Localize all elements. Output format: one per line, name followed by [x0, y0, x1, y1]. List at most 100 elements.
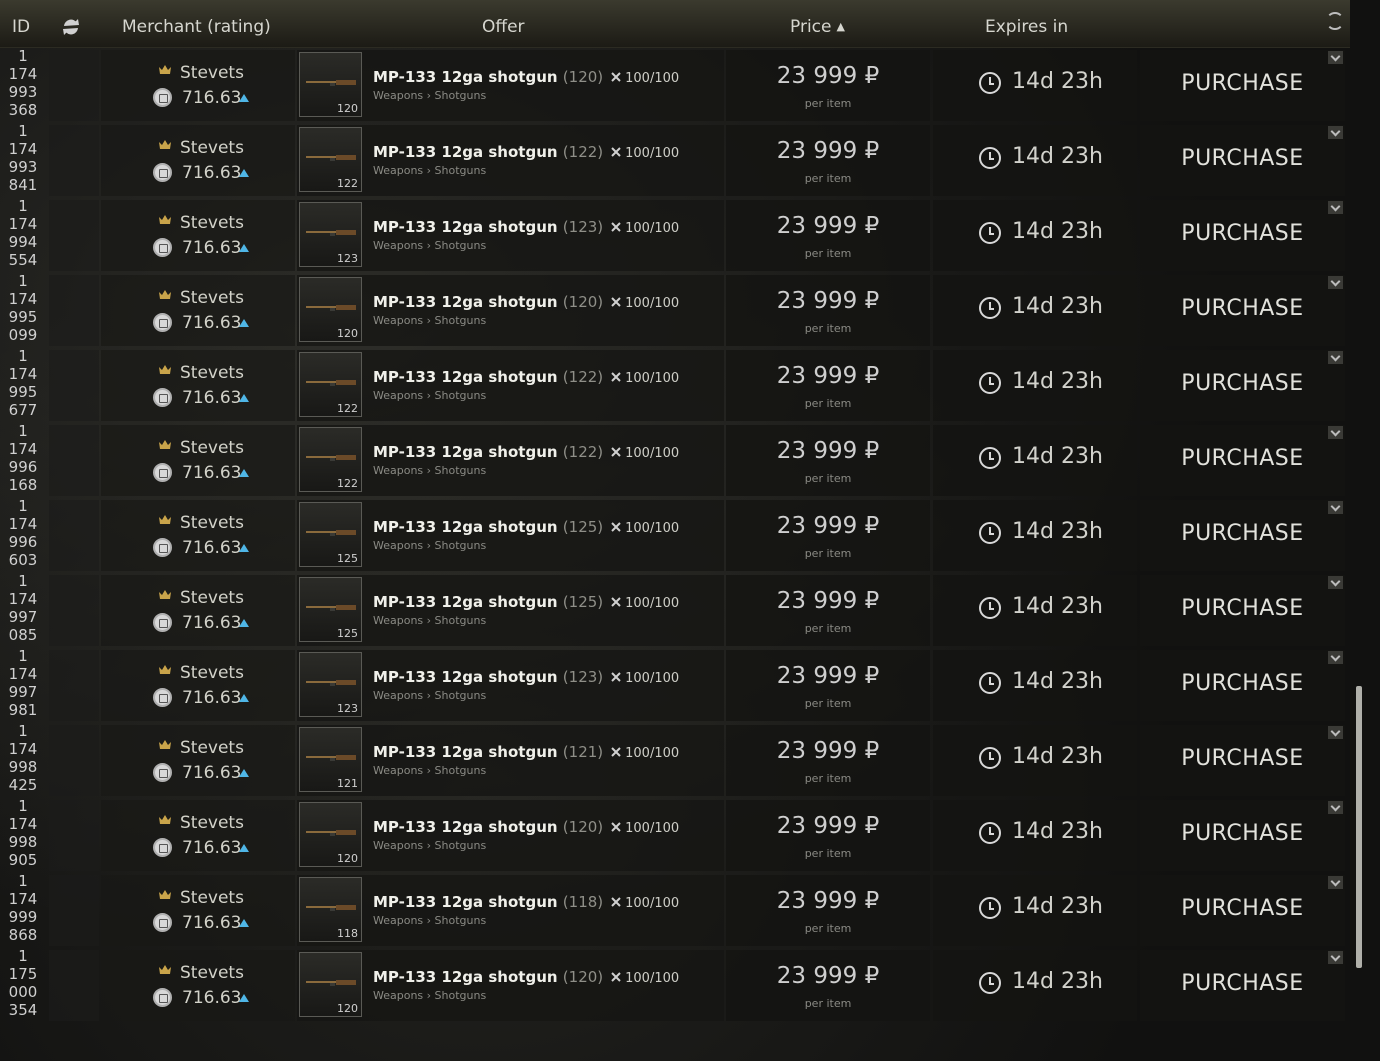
purchase-button[interactable]: PURCHASE	[1140, 500, 1345, 571]
offer-cell[interactable]: 120 MP-133 12ga shotgun (120) 100/100 Wea…	[297, 50, 724, 121]
chevron-down-icon[interactable]	[1328, 351, 1343, 364]
offer-category: Weapons › Shotguns	[373, 314, 487, 327]
offer-title: MP-133 12ga shotgun	[373, 743, 558, 761]
merchant-cell[interactable]: Stevets 716.63	[101, 800, 295, 871]
offer-id-part: 1	[18, 47, 28, 65]
offer-id: 1 174 998 425	[0, 722, 46, 794]
thumbnail-durability: 120	[337, 102, 358, 115]
price-cell: 23 999 ₽ per item	[726, 50, 930, 121]
merchant-cell[interactable]: Stevets 716.63	[101, 200, 295, 271]
expires-value: 14d 23h	[1012, 294, 1103, 319]
price-unit: per item	[804, 97, 852, 110]
thumbnail-durability: 120	[337, 327, 358, 340]
purchase-button[interactable]: PURCHASE	[1140, 350, 1345, 421]
chevron-down-icon[interactable]	[1328, 201, 1343, 214]
merchant-cell[interactable]: Stevets 716.63	[101, 650, 295, 721]
chevron-down-icon[interactable]	[1328, 51, 1343, 64]
merchant-cell[interactable]: Stevets 716.63	[101, 50, 295, 121]
offer-id-part: 174	[8, 590, 38, 608]
header-expires[interactable]: Expires in	[985, 0, 1068, 47]
merchant-cell[interactable]: Stevets 716.63	[101, 875, 295, 946]
header-offer[interactable]: Offer	[482, 0, 525, 47]
header-price-wrap[interactable]: Price ▲	[790, 0, 845, 47]
item-thumbnail[interactable]: 120	[299, 802, 362, 867]
merchant-cell[interactable]: Stevets 716.63	[101, 500, 295, 571]
chevron-down-icon[interactable]	[1328, 426, 1343, 439]
purchase-button[interactable]: PURCHASE	[1140, 950, 1345, 1021]
shotgun-icon	[306, 380, 356, 386]
merchant-cell[interactable]: Stevets 716.63	[101, 125, 295, 196]
thumbnail-durability: 122	[337, 477, 358, 490]
merchant-cell[interactable]: Stevets 716.63	[101, 725, 295, 796]
rating-icon	[153, 838, 172, 857]
rating-up-icon	[239, 769, 249, 777]
purchase-button[interactable]: PURCHASE	[1140, 200, 1345, 271]
purchase-button[interactable]: PURCHASE	[1140, 125, 1345, 196]
item-thumbnail[interactable]: 118	[299, 877, 362, 942]
offer-cell[interactable]: 121 MP-133 12ga shotgun (121) 100/100 Wea…	[297, 725, 724, 796]
offer-id-part: 999	[8, 908, 38, 926]
purchase-button[interactable]: PURCHASE	[1140, 275, 1345, 346]
item-thumbnail[interactable]: 125	[299, 577, 362, 642]
offer-current-durability: (120)	[562, 968, 604, 986]
row-spacer	[49, 125, 99, 196]
chevron-down-icon[interactable]	[1328, 951, 1343, 964]
offer-cell[interactable]: 122 MP-133 12ga shotgun (122) 100/100 Wea…	[297, 425, 724, 496]
offer-cell[interactable]: 123 MP-133 12ga shotgun (123) 100/100 Wea…	[297, 200, 724, 271]
offer-cell[interactable]: 122 MP-133 12ga shotgun (122) 100/100 Wea…	[297, 125, 724, 196]
chevron-down-icon[interactable]	[1328, 801, 1343, 814]
chevron-down-icon[interactable]	[1328, 876, 1343, 889]
purchase-button[interactable]: PURCHASE	[1140, 50, 1345, 121]
price-cell: 23 999 ₽ per item	[726, 425, 930, 496]
chevron-down-icon[interactable]	[1328, 501, 1343, 514]
offer-category: Weapons › Shotguns	[373, 989, 487, 1002]
purchase-button[interactable]: PURCHASE	[1140, 650, 1345, 721]
item-thumbnail[interactable]: 120	[299, 952, 362, 1017]
merchant-cell[interactable]: Stevets 716.63	[101, 575, 295, 646]
offer-cell[interactable]: 120 MP-133 12ga shotgun (120) 100/100 Wea…	[297, 275, 724, 346]
merchant-cell[interactable]: Stevets 716.63	[101, 950, 295, 1021]
chevron-down-icon[interactable]	[1328, 726, 1343, 739]
merchant-cell[interactable]: Stevets 716.63	[101, 350, 295, 421]
offer-cell[interactable]: 120 MP-133 12ga shotgun (120) 100/100 Wea…	[297, 800, 724, 871]
offer-cell[interactable]: 120 MP-133 12ga shotgun (120) 100/100 Wea…	[297, 950, 724, 1021]
header-price[interactable]: Price	[790, 17, 831, 37]
merchant-cell[interactable]: Stevets 716.63	[101, 425, 295, 496]
swap-icon[interactable]	[61, 18, 81, 36]
scrollbar-thumb[interactable]	[1356, 686, 1362, 968]
offer-cell[interactable]: 123 MP-133 12ga shotgun (123) 100/100 Wea…	[297, 650, 724, 721]
expires-cell: 14d 23h	[933, 650, 1137, 721]
header-id[interactable]: ID	[12, 0, 30, 47]
chevron-down-icon[interactable]	[1328, 276, 1343, 289]
item-thumbnail[interactable]: 120	[299, 277, 362, 342]
offer-cell[interactable]: 122 MP-133 12ga shotgun (122) 100/100 Wea…	[297, 350, 724, 421]
item-thumbnail[interactable]: 122	[299, 427, 362, 492]
purchase-button[interactable]: PURCHASE	[1140, 800, 1345, 871]
chevron-down-icon[interactable]	[1328, 126, 1343, 139]
refresh-icon[interactable]	[1326, 12, 1344, 30]
item-thumbnail[interactable]: 122	[299, 127, 362, 192]
item-thumbnail[interactable]: 125	[299, 502, 362, 567]
item-thumbnail[interactable]: 120	[299, 52, 362, 117]
purchase-button[interactable]: PURCHASE	[1140, 875, 1345, 946]
purchase-button[interactable]: PURCHASE	[1140, 425, 1345, 496]
item-thumbnail[interactable]: 122	[299, 352, 362, 417]
chevron-down-icon[interactable]	[1328, 576, 1343, 589]
price-unit: per item	[804, 847, 852, 860]
offer-cell[interactable]: 125 MP-133 12ga shotgun (125) 100/100 Wea…	[297, 575, 724, 646]
offer-cell[interactable]: 125 MP-133 12ga shotgun (125) 100/100 Wea…	[297, 500, 724, 571]
item-thumbnail[interactable]: 121	[299, 727, 362, 792]
table-row: 1 174 998 905 Stevets 716.63 120 MP-133 12g…	[0, 797, 1350, 872]
offer-id: 1 174 994 554	[0, 197, 46, 269]
purchase-button[interactable]: PURCHASE	[1140, 725, 1345, 796]
table-row: 1 174 996 603 Stevets 716.63 125 MP-133 12g…	[0, 497, 1350, 572]
offer-id: 1 174 998 905	[0, 797, 46, 869]
offer-cell[interactable]: 118 MP-133 12ga shotgun (118) 100/100 Wea…	[297, 875, 724, 946]
purchase-button[interactable]: PURCHASE	[1140, 575, 1345, 646]
item-thumbnail[interactable]: 123	[299, 202, 362, 267]
header-merchant[interactable]: Merchant (rating)	[122, 0, 271, 47]
item-thumbnail[interactable]: 123	[299, 652, 362, 717]
row-spacer	[49, 650, 99, 721]
merchant-cell[interactable]: Stevets 716.63	[101, 275, 295, 346]
chevron-down-icon[interactable]	[1328, 651, 1343, 664]
